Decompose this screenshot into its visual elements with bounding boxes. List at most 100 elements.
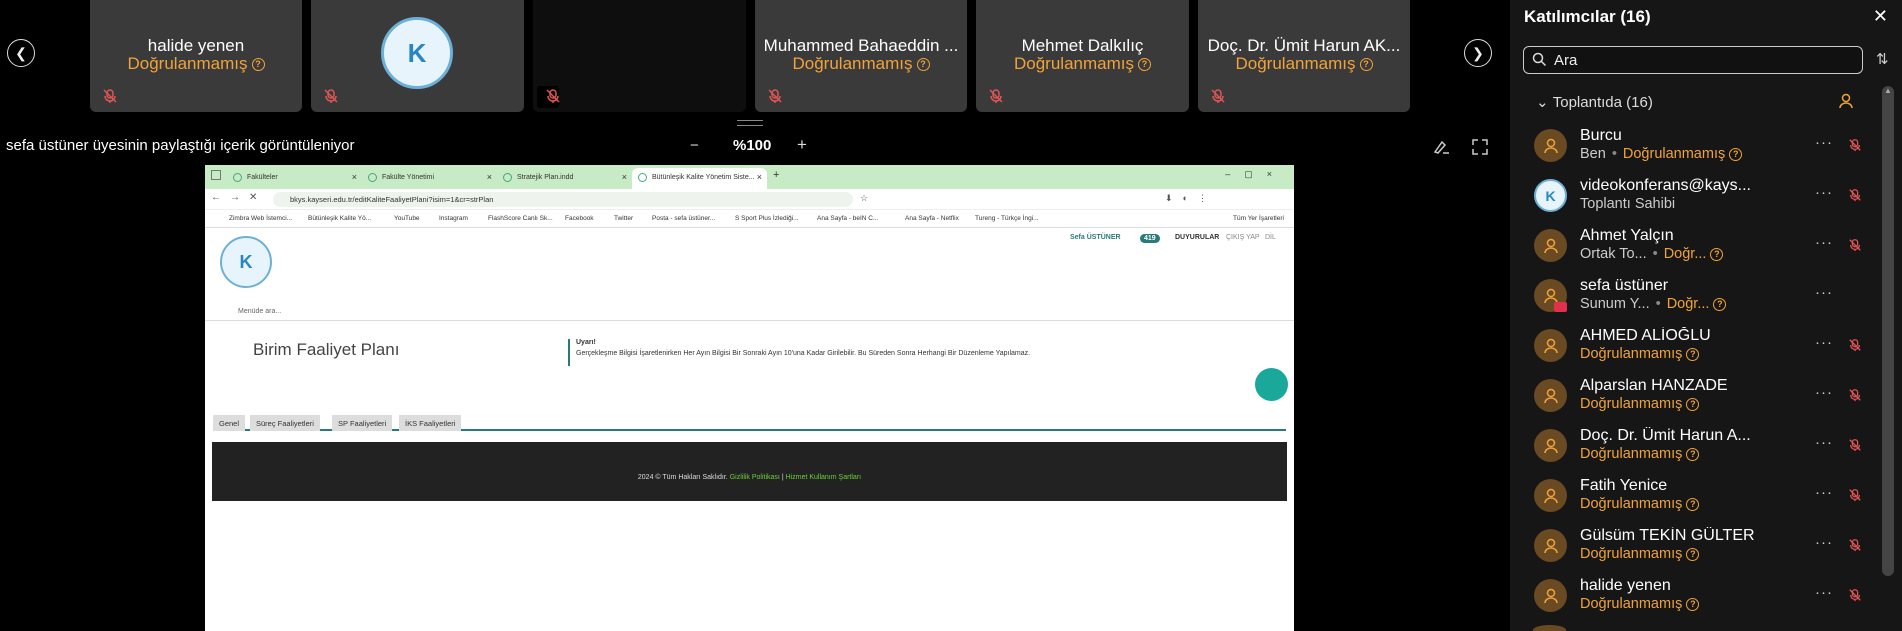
more-options-button[interactable]: ··· <box>1815 284 1833 301</box>
participant-row[interactable]: Burcu Ben • Doğrulanmamış? ··· <box>1510 121 1880 171</box>
participant-search[interactable] <box>1523 46 1863 74</box>
close-tab-icon[interactable]: × <box>757 172 762 182</box>
search-input[interactable] <box>1554 51 1854 69</box>
more-options-button[interactable]: ··· <box>1815 534 1833 551</box>
sort-button[interactable]: ⇅ <box>1876 50 1889 68</box>
help-icon[interactable]: ? <box>1359 58 1373 72</box>
mic-muted-icon[interactable] <box>1848 238 1862 252</box>
tab-search-icon[interactable] <box>211 170 221 180</box>
bookmark-item[interactable]: Ana Sayfa - beIN C... <box>817 215 878 222</box>
scroll-up-icon[interactable]: ▲ <box>1884 86 1892 95</box>
section-header[interactable]: ⌄ Toplantıda (16) <box>1536 93 1653 111</box>
close-tab-icon[interactable]: × <box>352 172 357 182</box>
participant-row[interactable]: Fatih Yenice Doğrulanmamış? ··· <box>1510 471 1880 521</box>
annotate-icon[interactable] <box>1433 138 1451 156</box>
fullscreen-icon[interactable] <box>1471 138 1489 156</box>
help-icon[interactable]: ? <box>1686 347 1700 361</box>
site-logo[interactable]: K <box>220 236 272 288</box>
mic-muted-icon[interactable] <box>1848 138 1862 152</box>
participant-row[interactable]: sefa üstüner Sunum Y... • Doğr...? ··· <box>1510 271 1880 321</box>
mic-muted-icon[interactable] <box>1848 388 1862 402</box>
help-icon[interactable]: ? <box>1710 247 1724 261</box>
participant-row[interactable]: Doç. Dr. Ümit Harun A... Doğrulanmamış? ··… <box>1510 421 1880 471</box>
tab-iks[interactable]: İKS Faaliyetleri <box>399 415 462 431</box>
video-tile[interactable]: Muhammed Bahaeddin ... Doğrulanmamış? <box>755 0 967 112</box>
more-options-button[interactable]: ··· <box>1815 134 1833 151</box>
menu-announcements[interactable]: DUYURULAR <box>1175 234 1219 241</box>
help-icon[interactable]: ? <box>1686 497 1700 511</box>
zoom-out-button[interactable]: − <box>690 137 699 154</box>
notification-badge[interactable]: 419 <box>1140 234 1160 243</box>
resize-handle[interactable] <box>737 120 763 126</box>
more-options-button[interactable]: ··· <box>1815 434 1833 451</box>
participant-row[interactable]: Alparslan HANZADE Doğrulanmamış? ··· <box>1510 371 1880 421</box>
more-options-button[interactable]: ··· <box>1815 384 1833 401</box>
tab-genel[interactable]: Genel <box>213 415 246 431</box>
scrollbar[interactable] <box>1882 86 1894 576</box>
help-icon[interactable]: ? <box>1686 597 1700 611</box>
mic-muted-icon[interactable] <box>1848 338 1862 352</box>
video-tile[interactable]: halide yenen Doğrulanmamış? <box>90 0 302 112</box>
address-bar[interactable]: bkys.kayseri.edu.tr/editKaliteFaaliyetPl… <box>273 192 853 207</box>
more-options-button[interactable]: ··· <box>1815 484 1833 501</box>
browser-tab[interactable]: Fakülteler × <box>227 168 362 189</box>
video-tile[interactable]: Mehmet Dalkılıç Doğrulanmamış? <box>976 0 1189 112</box>
bookmark-item[interactable]: Tureng - Türkçe İngi... <box>975 215 1039 222</box>
help-icon[interactable]: ? <box>251 58 265 72</box>
tab-surec[interactable]: Süreç Faaliyetleri <box>250 415 320 431</box>
bookmark-item[interactable]: Zimbra Web İstemci... <box>229 215 292 222</box>
help-icon[interactable]: ? <box>1686 397 1700 411</box>
mic-muted-icon[interactable] <box>1848 588 1862 602</box>
video-tile[interactable]: K <box>311 0 524 112</box>
next-page-button[interactable]: ❯ <box>1464 39 1492 67</box>
nav-arrows[interactable]: ←→✕ <box>211 192 266 203</box>
participant-row[interactable]: halide yenen Doğrulanmamış? ··· <box>1510 571 1880 621</box>
participant-row[interactable]: Ahmet Yalçın Ortak To... • Doğr...? ··· <box>1510 221 1880 271</box>
bookmark-star-icon[interactable]: ☆ <box>860 193 868 204</box>
browser-tab[interactable]: Stratejik Plan.indd × <box>497 168 632 189</box>
bookmark-item[interactable]: Ana Sayfa - Netflix <box>905 215 959 222</box>
zoom-in-button[interactable]: + <box>797 135 807 155</box>
mic-muted-icon[interactable] <box>1848 438 1862 452</box>
menu-logout[interactable]: ÇIKIŞ YAP <box>1226 234 1260 241</box>
bookmark-item[interactable]: YouTube <box>394 215 420 222</box>
participant-row[interactable]: Gülsüm TEKİN GÜLTER Doğrulanmamış? ··· <box>1510 521 1880 571</box>
more-options-button[interactable]: ··· <box>1815 234 1833 251</box>
help-icon[interactable]: ? <box>1138 58 1151 72</box>
bookmark-item[interactable]: Facebook <box>565 215 594 222</box>
terms-link[interactable]: Hizmet Kullanım Şartları <box>786 474 861 481</box>
more-options-button[interactable]: ··· <box>1815 334 1833 351</box>
menu-language[interactable]: DİL <box>1265 234 1276 241</box>
browser-toolbar-icons[interactable]: ⬇◐⋮ <box>1165 193 1217 204</box>
participant-row[interactable]: AHMED ALİOĞLU Doğrulanmamış? ··· <box>1510 321 1880 371</box>
video-tile[interactable] <box>533 0 746 112</box>
window-controls[interactable]: –▢× <box>1225 169 1286 180</box>
help-icon[interactable]: ? <box>1686 547 1700 561</box>
help-icon[interactable]: ? <box>916 58 930 72</box>
more-options-button[interactable]: ··· <box>1815 184 1833 201</box>
help-icon[interactable]: ? <box>1729 147 1743 161</box>
privacy-link[interactable]: Gizlilik Politikası <box>730 474 780 481</box>
bookmark-item[interactable]: Twitter <box>614 215 633 222</box>
menu-search[interactable]: Menüde ara... <box>238 308 281 315</box>
help-icon[interactable]: ? <box>1713 297 1727 311</box>
close-tab-icon[interactable]: × <box>622 172 627 182</box>
bookmark-item[interactable]: Bütünleşik Kalite Yö... <box>308 215 371 222</box>
close-panel-button[interactable]: ✕ <box>1873 6 1888 27</box>
more-options-button[interactable]: ··· <box>1815 584 1833 601</box>
new-tab-button[interactable]: + <box>773 169 779 181</box>
previous-page-button[interactable]: ❮ <box>7 39 35 67</box>
tab-sp[interactable]: SP Faaliyetleri <box>332 415 393 431</box>
mic-muted-icon[interactable] <box>1848 538 1862 552</box>
mic-muted-icon[interactable] <box>1848 488 1862 502</box>
browser-tab-active[interactable]: Bütünleşik Kalite Yönetim Siste... × <box>632 168 767 189</box>
close-tab-icon[interactable]: × <box>487 172 492 182</box>
bookmark-all[interactable]: Tüm Yer İşaretleri <box>1233 215 1284 222</box>
mic-muted-icon[interactable] <box>1848 188 1862 202</box>
bookmark-item[interactable]: Instagram <box>439 215 468 222</box>
bookmark-item[interactable]: Posta - sefa üstüner... <box>652 215 715 222</box>
video-tile[interactable]: Doç. Dr. Ümit Harun AK... Doğrulanmamış? <box>1198 0 1410 112</box>
bookmark-item[interactable]: FlashScore Canlı Sk... <box>488 215 553 222</box>
floating-action-button[interactable] <box>1255 368 1288 401</box>
help-icon[interactable]: ? <box>1686 447 1700 461</box>
